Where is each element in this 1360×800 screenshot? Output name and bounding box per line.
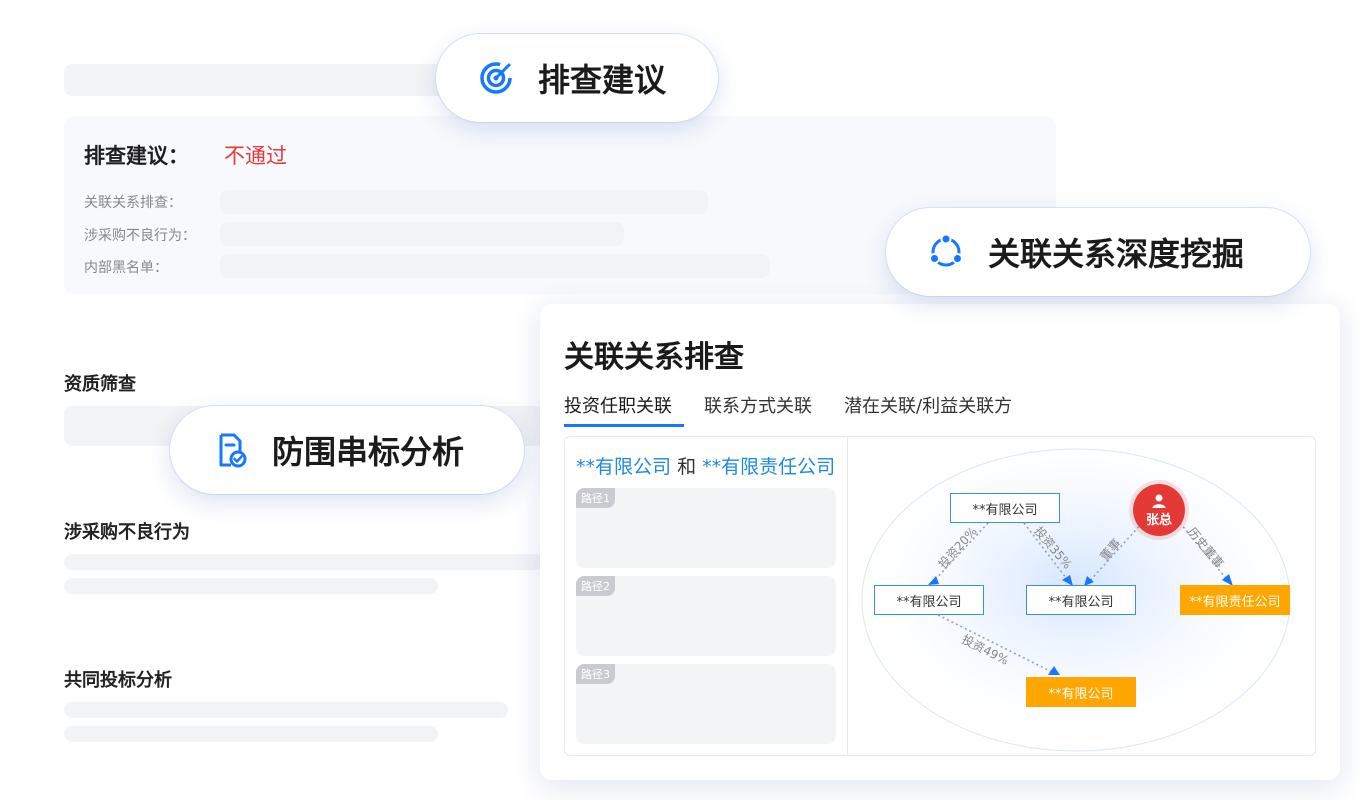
graph-node-middle[interactable]: **有限公司 [1026,585,1136,615]
section-placeholder [64,702,508,718]
graph-node-bottom[interactable]: **有限公司 [1026,677,1136,707]
relation-graph: **有限公司 **有限公司 **有限公司 **有限责任公司 **有限公司 张总 … [848,437,1315,755]
path-card[interactable]: 路径2 [576,576,836,656]
review-result: 不通过 [224,144,287,168]
bubble-anti-collusion-label: 防围串标分析 [272,433,465,471]
bubble-suggestion: 排查建议 [436,34,718,146]
company-b-link[interactable]: **有限责任公司 [702,456,835,478]
company-pair: **有限公司 和 **有限责任公司 [576,452,835,479]
path-card[interactable]: 路径3 [576,664,836,744]
graph-node-right[interactable]: **有限责任公司 [1180,585,1290,615]
graph-person-label: 张总 [1145,512,1172,528]
target-icon [480,62,512,94]
bubble-tail [206,480,266,518]
graph-node-top[interactable]: **有限公司 [950,493,1060,523]
tab-potential[interactable]: 潜在关联/利益关联方 [844,392,1012,418]
bubble-relation-mining-label: 关联关系深度挖掘 [988,235,1245,273]
tab-active-indicator [564,424,684,427]
section-title-joint-bidding: 共同投标分析 [64,670,172,691]
company-and: 和 [677,456,697,478]
tab-investment[interactable]: 投资任职关联 [564,392,672,418]
path-tag: 路径3 [576,664,615,684]
path-tag: 路径2 [576,576,615,596]
bubble-anti-collusion: 防围串标分析 [170,406,524,518]
review-item-value-placeholder [220,222,624,246]
tab-contact[interactable]: 联系方式关联 [704,392,812,418]
section-placeholder [64,554,544,570]
document-check-icon [219,433,247,468]
graph-person-node[interactable]: 张总 [1133,484,1185,536]
bubble-relation-mining: 关联关系深度挖掘 [886,208,1310,320]
bubble-suggestion-label: 排查建议 [538,61,667,99]
section-placeholder [64,578,438,594]
review-item-value-placeholder [220,254,770,278]
review-item-value-placeholder [220,190,708,214]
company-a-link[interactable]: **有限公司 [576,456,671,478]
path-card[interactable]: 路径1 [576,488,836,568]
network-icon [929,234,963,267]
review-title: 排查建议： [84,144,189,168]
section-placeholder [64,726,438,742]
review-item-label-blacklist: 内部黑名单： [84,260,168,276]
graph-node-left[interactable]: **有限公司 [874,585,984,615]
review-item-label-bad-behavior: 涉采购不良行为： [84,228,196,244]
person-icon [1152,494,1166,508]
section-title-bad-behavior: 涉采购不良行为 [64,522,190,543]
review-item-label-relation: 关联关系排查： [84,195,182,211]
relation-card-title: 关联关系排查 [564,340,744,375]
section-title-qualification: 资质筛查 [64,374,136,395]
path-tag: 路径1 [576,488,615,508]
